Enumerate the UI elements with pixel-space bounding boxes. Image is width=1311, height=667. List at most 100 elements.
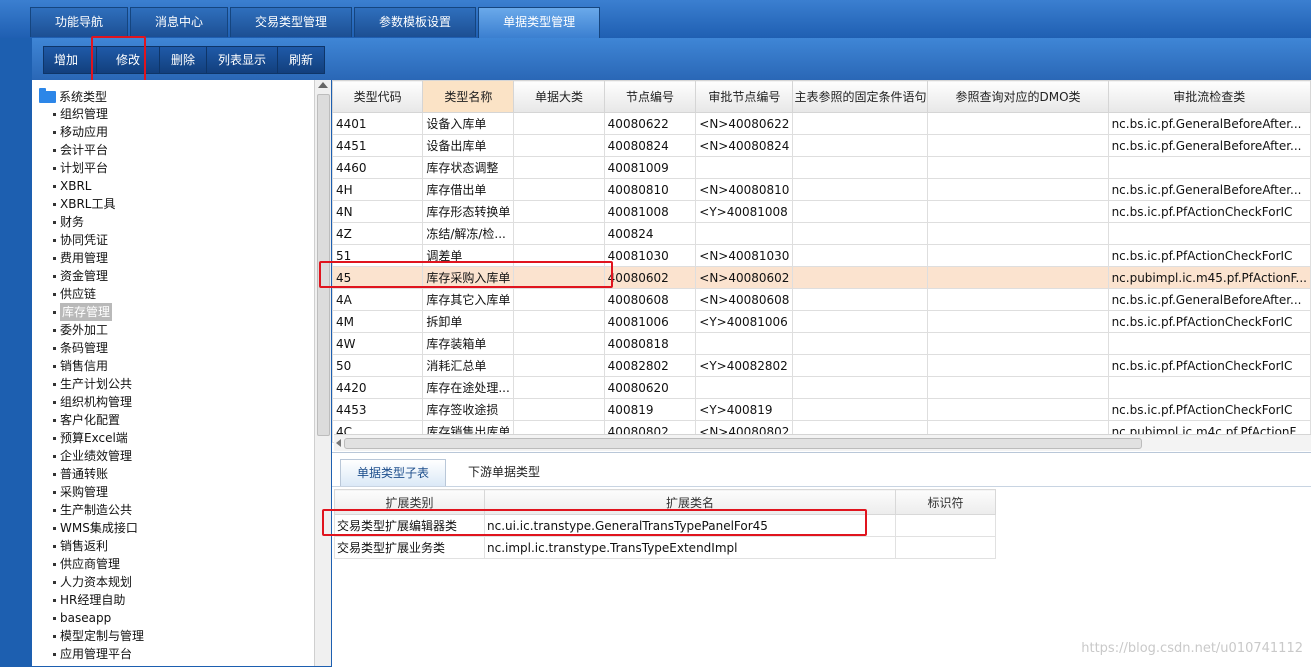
tree-item[interactable]: 条码管理	[51, 339, 144, 357]
tree-item[interactable]: 组织管理	[51, 105, 144, 123]
table-cell: 45	[332, 266, 424, 289]
tab-transaction-type-mgmt[interactable]: 交易类型管理	[230, 7, 353, 37]
table-cell	[927, 112, 1109, 135]
tree-item[interactable]: XBRL	[51, 177, 144, 195]
tree-item[interactable]: 委外加工	[51, 321, 144, 339]
tree-item[interactable]: 移动应用	[51, 123, 144, 141]
tree-item[interactable]: 生产计划公共	[51, 375, 144, 393]
tab-message-center[interactable]: 消息中心	[130, 7, 229, 37]
table-row[interactable]: 交易类型扩展编辑器类 nc.ui.ic.transtype.GeneralTran…	[334, 514, 996, 537]
tab-function-nav[interactable]: 功能导航	[30, 7, 129, 37]
column-header[interactable]: 类型名称	[422, 80, 515, 113]
table-cell: 40081006	[603, 310, 697, 333]
bullet-icon	[53, 598, 56, 602]
tree-item[interactable]: 资金管理	[51, 267, 144, 285]
tree-item[interactable]: 供应商管理	[51, 555, 144, 573]
table-cell: 调差单	[422, 244, 515, 267]
table-row[interactable]: 4A 库存其它入库单 40080608 <N>40080608 nc.bs.ic.pf.…	[332, 288, 1311, 311]
bullet-icon	[53, 580, 56, 584]
column-header[interactable]: 扩展类别	[334, 489, 485, 515]
tree-item[interactable]: 计划平台	[51, 159, 144, 177]
table-row[interactable]: 4460 库存状态调整 40081009	[332, 156, 1311, 179]
tree-item[interactable]: 供应链	[51, 285, 144, 303]
table-row[interactable]: 4N 库存形态转换单 40081008 <Y>40081008 nc.bs.ic.pf.…	[332, 200, 1311, 223]
table-row[interactable]: 4W 库存装箱单 40080818	[332, 332, 1311, 355]
column-header[interactable]: 参照查询对应的DMO类	[927, 80, 1109, 113]
tree-item-label: 条码管理	[60, 341, 109, 355]
column-header[interactable]: 审批节点编号	[695, 80, 794, 113]
grid-scroll-thumb[interactable]	[344, 438, 1142, 449]
edit-button[interactable]: 修改	[96, 46, 159, 74]
tree-item[interactable]: 采购管理	[51, 483, 144, 501]
bullet-icon	[53, 454, 56, 458]
table-cell: nc.pubimpl.ic.m45.pf.PfActionF...	[1107, 266, 1311, 289]
tree-root[interactable]: 系统类型	[39, 88, 107, 105]
tree-item[interactable]: 财务	[51, 213, 144, 231]
add-button[interactable]: 增加	[43, 46, 96, 74]
table-row[interactable]: 4Z 冻结/解冻/检... 400824	[332, 222, 1311, 245]
tree-item[interactable]: 客户化配置	[51, 411, 144, 429]
table-cell: 库存借出单	[422, 178, 515, 201]
tree-item-label: 生产制造公共	[60, 503, 133, 517]
scroll-left-icon[interactable]	[336, 439, 341, 447]
list-view-button[interactable]: 列表显示	[206, 46, 278, 74]
tree-item[interactable]: 预算Excel端	[51, 429, 144, 447]
tree-item[interactable]: XBRL工具	[51, 195, 144, 213]
tree-scroll-thumb[interactable]	[317, 94, 330, 436]
tree-item[interactable]: 会计平台	[51, 141, 144, 159]
tree-item[interactable]: 费用管理	[51, 249, 144, 267]
table-row[interactable]: 4M 拆卸单 40081006 <Y>40081006 nc.bs.ic.pf.PfAc…	[332, 310, 1311, 333]
table-row[interactable]: 4H 库存借出单 40080810 <N>40080810 nc.bs.ic.pf.Ge…	[332, 178, 1311, 201]
tree-item[interactable]: 普通转账	[51, 465, 144, 483]
tree-item[interactable]: WMS集成接口	[51, 519, 144, 537]
tab-downstream-bill-types[interactable]: 下游单据类型	[452, 459, 556, 485]
tree-item[interactable]: HR经理自助	[51, 591, 144, 609]
tree-item[interactable]: 组织机构管理	[51, 393, 144, 411]
tree-item[interactable]: 销售信用	[51, 357, 144, 375]
detail-tabs: 单据类型子表 下游单据类型	[340, 459, 562, 486]
table-cell: 400824	[603, 222, 697, 245]
tree-scrollbar[interactable]	[314, 80, 331, 666]
tree-item-label: 协同凭证	[60, 233, 109, 247]
tab-bill-subtable[interactable]: 单据类型子表	[340, 459, 447, 486]
tab-param-template[interactable]: 参数模板设置	[354, 7, 477, 37]
tree-item[interactable]: 销售返利	[51, 537, 144, 555]
table-cell	[927, 266, 1109, 289]
table-cell	[513, 398, 605, 421]
delete-button[interactable]: 删除	[159, 46, 207, 74]
column-header[interactable]: 节点编号	[603, 80, 697, 113]
table-cell: nc.impl.ic.transtype.TransTypeExtendImpl	[484, 536, 896, 559]
bullet-icon	[53, 364, 56, 368]
table-row[interactable]: 50 消耗汇总单 40082802 <Y>40082802 nc.bs.ic.pf.Pf…	[332, 354, 1311, 377]
grid-horizontal-scrollbar[interactable]	[334, 434, 1311, 451]
detail-panel: 单据类型子表 下游单据类型 扩展类别 扩展类名 标识符 交易类型扩展编辑器类 nc.u…	[332, 452, 1311, 667]
scroll-up-icon[interactable]	[318, 82, 328, 88]
bullet-icon	[53, 166, 56, 170]
tree-item[interactable]: 模型定制与管理	[51, 627, 144, 645]
tree-item[interactable]: 协同凭证	[51, 231, 144, 249]
table-row[interactable]: 4451 设备出库单 40080824 <N>40080824 nc.bs.ic.pf.…	[332, 134, 1311, 157]
column-header[interactable]: 扩展类名	[484, 489, 896, 515]
table-row[interactable]: 4401 设备入库单 40080622 <N>40080622 nc.bs.ic.pf.…	[332, 112, 1311, 135]
tree-item[interactable]: 应用管理平台	[51, 645, 144, 663]
column-header[interactable]: 主表参照的固定条件语句	[792, 80, 929, 113]
column-header[interactable]: 审批流检查类	[1107, 80, 1311, 113]
tree-item[interactable]: 生产制造公共	[51, 501, 144, 519]
tab-bill-type-mgmt[interactable]: 单据类型管理	[478, 7, 601, 38]
table-row[interactable]: 51 调差单 40081030 <N>40081030 nc.bs.ic.pf.PfAc…	[332, 244, 1311, 267]
tree-item[interactable]: 人力资本规划	[51, 573, 144, 591]
column-header[interactable]: 标识符	[895, 489, 996, 515]
column-header[interactable]: 单据大类	[513, 80, 605, 113]
column-header[interactable]: 类型代码	[332, 80, 424, 113]
table-cell	[695, 222, 794, 245]
table-row[interactable]: 交易类型扩展业务类 nc.impl.ic.transtype.TransTypeE…	[334, 536, 996, 559]
tree-item[interactable]: 库存管理	[51, 303, 144, 321]
tree-item[interactable]: baseapp	[51, 609, 144, 627]
tree-item[interactable]: 企业绩效管理	[51, 447, 144, 465]
table-row[interactable]: 4420 库存在途处理... 40080620	[332, 376, 1311, 399]
table-row[interactable]: 4453 库存签收途损 400819 <Y>400819 nc.bs.ic.pf.PfA…	[332, 398, 1311, 421]
table-cell: 4451	[332, 134, 424, 157]
refresh-button[interactable]: 刷新	[277, 46, 326, 74]
tree-item-label: 会计平台	[60, 143, 109, 157]
table-row[interactable]: 45 库存采购入库单 40080602 <N>40080602 nc.pubimpl.i…	[332, 266, 1311, 289]
